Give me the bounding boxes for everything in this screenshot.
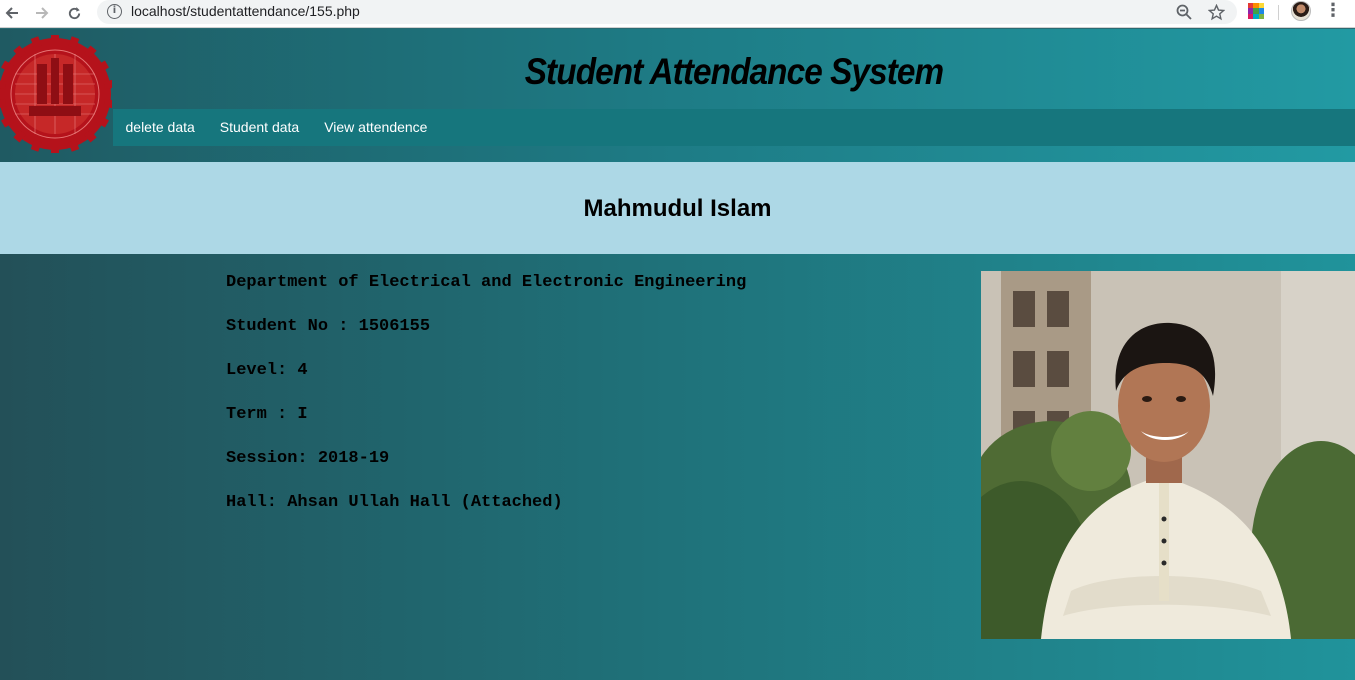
student-number-text: Student No : 1506155 <box>226 317 431 336</box>
info-icon[interactable]: i <box>107 4 122 19</box>
student-info-list: Department of Electrical and Electronic … <box>226 272 746 536</box>
address-bar[interactable]: i localhost/studentattendance/155.php <box>97 0 1237 24</box>
vertical-dots-icon[interactable]: ⋮ <box>1324 0 1342 22</box>
university-seal-logo <box>0 35 112 153</box>
student-name: Mahmudul Islam <box>583 195 772 222</box>
reload-icon <box>68 6 80 19</box>
browser-toolbar: i localhost/studentattendance/155.php ⋮ <box>0 0 1355 28</box>
term-text: Term : I <box>226 405 308 424</box>
nav-delete-data[interactable]: delete data <box>113 109 207 146</box>
department-text: Department of Electrical and Electronic … <box>226 273 747 292</box>
level-text: Level: 4 <box>226 361 308 380</box>
arrow-left-icon <box>5 7 18 19</box>
reload-button[interactable] <box>62 2 86 24</box>
zoom-out-icon[interactable] <box>1173 1 1195 23</box>
url-text[interactable]: localhost/studentattendance/155.php <box>131 3 360 19</box>
session-text: Session: 2018-19 <box>226 449 390 468</box>
student-portrait-photo <box>981 271 1355 639</box>
main-navbar: delete data Student data View attendence <box>113 109 1355 146</box>
site-title: Student Attendance System <box>524 51 944 92</box>
toolbar-divider <box>1278 5 1279 20</box>
nav-student-data[interactable]: Student data <box>207 109 311 146</box>
student-name-banner: Mahmudul Islam <box>0 162 1355 254</box>
star-icon[interactable] <box>1205 1 1227 23</box>
site-header: Student Attendance System delete data St… <box>0 29 1355 162</box>
extension-icon[interactable] <box>1248 3 1264 19</box>
arrow-right-icon <box>36 7 49 19</box>
profile-avatar[interactable] <box>1291 1 1311 21</box>
back-button[interactable] <box>0 2 24 24</box>
nav-view-attendence[interactable]: View attendence <box>312 109 440 146</box>
student-profile-section: Department of Electrical and Electronic … <box>0 254 1355 680</box>
hall-text: Hall: Ahsan Ullah Hall (Attached) <box>226 493 563 512</box>
forward-button[interactable] <box>30 2 54 24</box>
